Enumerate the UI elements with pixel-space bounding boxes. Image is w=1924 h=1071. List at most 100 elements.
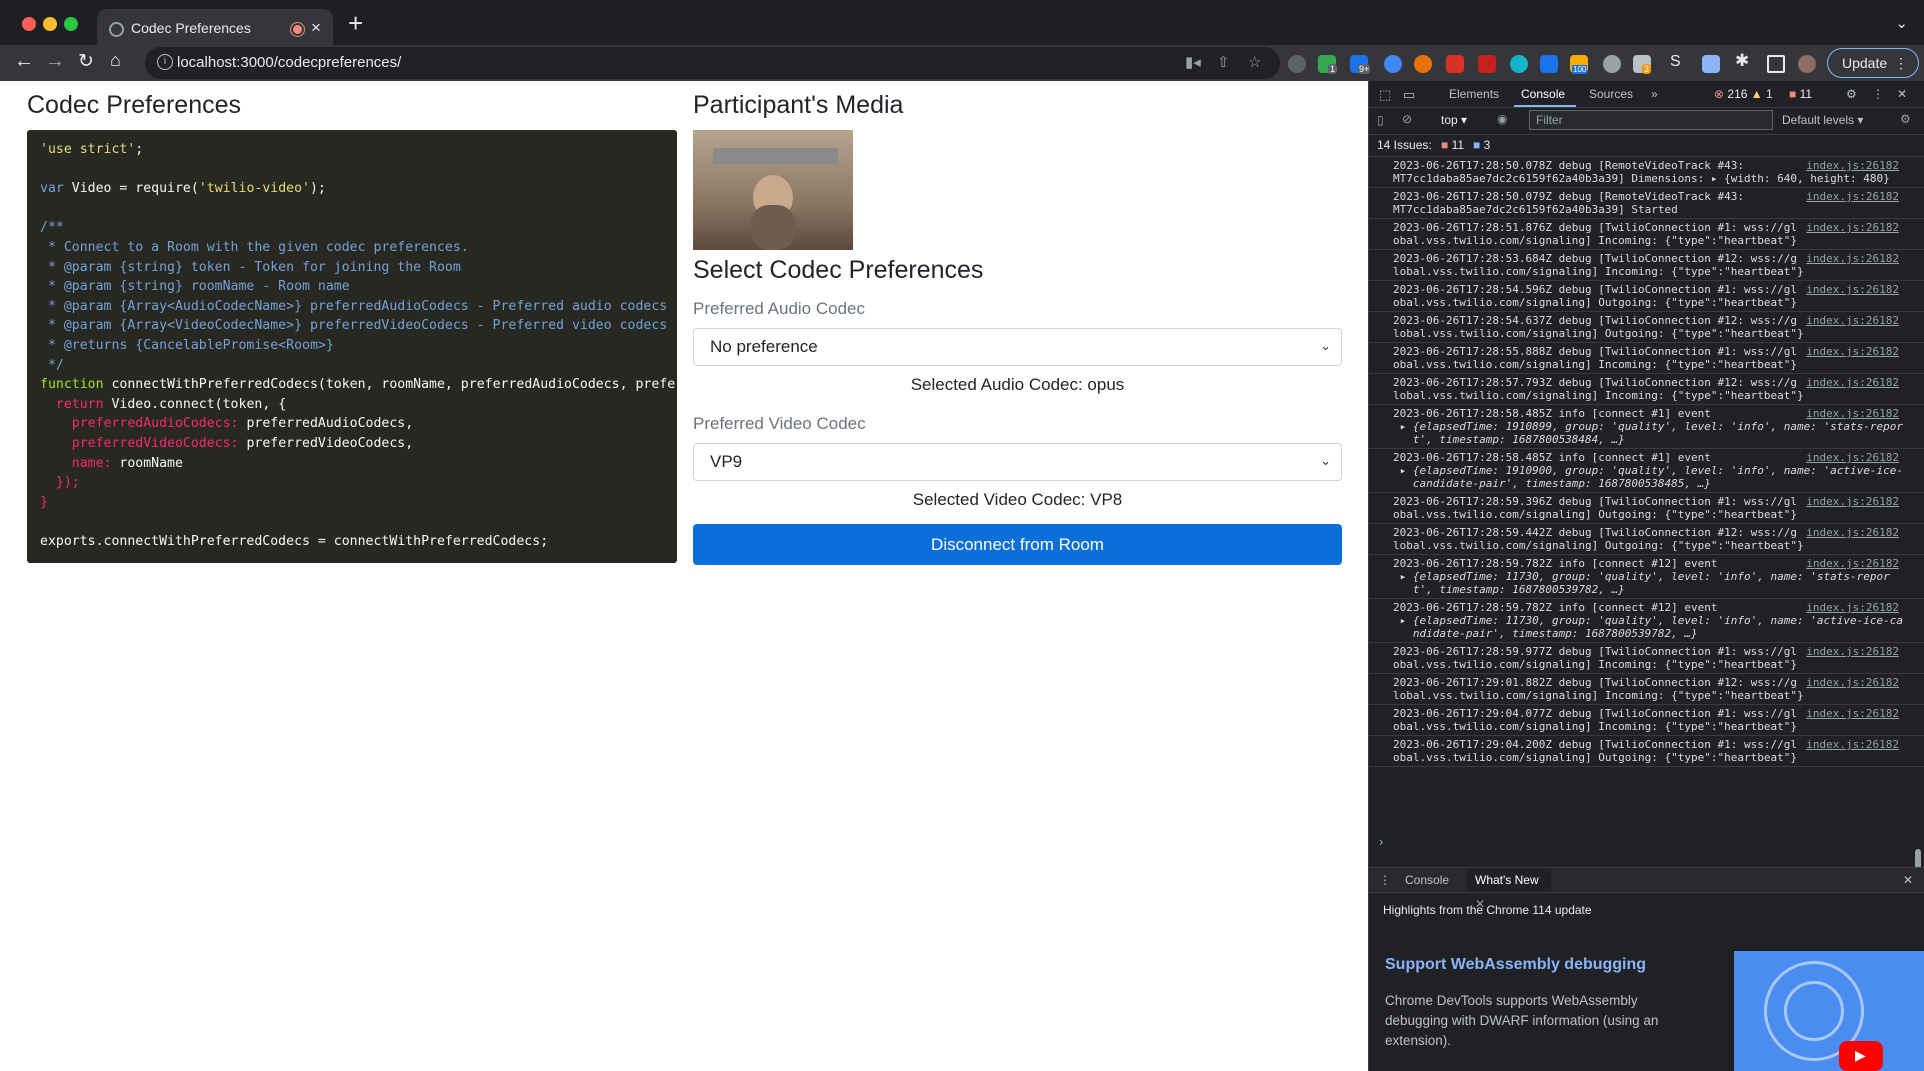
source-link[interactable]: index.js:26182 bbox=[1806, 159, 1899, 172]
console-entry[interactable]: index.js:26182 2023-06-26T17:28:51.876Z d… bbox=[1369, 219, 1924, 250]
drawer-tab-whats-new[interactable]: What's New ✕ bbox=[1467, 868, 1551, 911]
extension-fox-icon[interactable] bbox=[1414, 55, 1432, 73]
close-window-button[interactable] bbox=[22, 17, 36, 31]
minimize-window-button[interactable] bbox=[43, 17, 57, 31]
video-codec-select[interactable]: VP9 ⌄ bbox=[693, 443, 1342, 481]
console-entry[interactable]: index.js:26182 2023-06-26T17:29:04.077Z d… bbox=[1369, 705, 1924, 736]
console-entry[interactable]: index.js:26182 2023-06-26T17:29:04.200Z d… bbox=[1369, 736, 1924, 767]
context-select[interactable]: top ▾ bbox=[1441, 113, 1467, 127]
source-link[interactable]: index.js:26182 bbox=[1806, 314, 1899, 327]
console-entry[interactable]: index.js:26182 2023-06-26T17:28:53.684Z d… bbox=[1369, 250, 1924, 281]
source-link[interactable]: index.js:26182 bbox=[1806, 376, 1899, 389]
address-bar[interactable]: i localhost:3000/codecpreferences/ ▮◂ ⇧ … bbox=[145, 47, 1280, 79]
audio-codec-select[interactable]: No preference ⌄ bbox=[693, 328, 1342, 366]
extension-teal-icon[interactable] bbox=[1510, 55, 1528, 73]
tab-sources[interactable]: Sources bbox=[1589, 87, 1633, 101]
source-link[interactable]: index.js:26182 bbox=[1806, 707, 1899, 720]
gear-icon[interactable]: ⚙ bbox=[1900, 112, 1911, 126]
drawer-tab-console[interactable]: Console bbox=[1405, 873, 1449, 887]
console-entry[interactable]: index.js:26182 2023-06-26T17:28:58.485Z i… bbox=[1369, 449, 1924, 493]
source-link[interactable]: index.js:26182 bbox=[1806, 557, 1899, 570]
close-icon[interactable]: ✕ bbox=[1897, 87, 1907, 101]
console-prompt[interactable]: › bbox=[1379, 834, 1383, 849]
console-entry[interactable]: index.js:26182 2023-06-26T17:28:59.442Z d… bbox=[1369, 524, 1924, 555]
extension-fire-icon[interactable]: 3 bbox=[1633, 55, 1652, 74]
sidebar-icon[interactable]: ▯ bbox=[1377, 113, 1384, 127]
extension-shield-icon[interactable] bbox=[1384, 55, 1402, 73]
update-button[interactable]: Update ⋮ bbox=[1827, 48, 1919, 78]
chevron-down-icon[interactable]: ⌄ bbox=[1895, 14, 1908, 32]
maximize-window-button[interactable] bbox=[64, 17, 78, 31]
source-link[interactable]: index.js:26182 bbox=[1806, 190, 1899, 203]
source-link[interactable]: index.js:26182 bbox=[1806, 676, 1899, 689]
sidebar-toggle-icon[interactable] bbox=[1767, 55, 1785, 73]
kebab-menu-icon[interactable]: ⋮ bbox=[1894, 49, 1908, 77]
source-link[interactable]: index.js:26182 bbox=[1806, 283, 1899, 296]
inspect-icon[interactable]: ⬚ bbox=[1379, 87, 1391, 103]
more-tabs-icon[interactable]: » bbox=[1651, 87, 1658, 101]
source-link[interactable]: index.js:26182 bbox=[1806, 451, 1899, 464]
console-entry[interactable]: index.js:26182 2023-06-26T17:28:59.396Z d… bbox=[1369, 493, 1924, 524]
extension-screen-icon[interactable] bbox=[1540, 55, 1558, 73]
console-entry[interactable]: index.js:26182 2023-06-26T17:28:59.782Z i… bbox=[1369, 599, 1924, 643]
url-text[interactable]: localhost:3000/codecpreferences/ bbox=[177, 54, 401, 71]
extension-green-icon[interactable]: 1 bbox=[1318, 55, 1338, 74]
source-link[interactable]: index.js:26182 bbox=[1806, 645, 1899, 658]
extension-circle-icon[interactable] bbox=[1288, 55, 1306, 73]
kebab-menu-icon[interactable]: ⋮ bbox=[1379, 873, 1391, 887]
device-toolbar-icon[interactable]: ▭ bbox=[1403, 87, 1415, 103]
extension-red-icon[interactable] bbox=[1446, 55, 1464, 73]
source-link[interactable]: index.js:26182 bbox=[1806, 495, 1899, 508]
source-link[interactable]: index.js:26182 bbox=[1806, 221, 1899, 234]
close-drawer-icon[interactable]: ✕ bbox=[1903, 873, 1913, 887]
source-link[interactable]: index.js:26182 bbox=[1806, 526, 1899, 539]
log-levels-select[interactable]: Default levels ▾ bbox=[1782, 113, 1863, 127]
whats-new-title[interactable]: Support WebAssembly debugging bbox=[1385, 956, 1646, 974]
back-arrow-icon[interactable]: ← bbox=[14, 50, 34, 73]
camera-icon[interactable]: ▮◂ bbox=[1185, 53, 1201, 71]
error-count[interactable]: ⊗ 216 ▲ 1 bbox=[1714, 87, 1773, 101]
extension-blue-icon[interactable]: 9+ bbox=[1350, 55, 1371, 74]
puzzle-piece-icon[interactable]: ✱ bbox=[1735, 51, 1749, 71]
youtube-play-icon[interactable]: ▶ bbox=[1839, 1041, 1883, 1071]
info-icon[interactable]: i bbox=[157, 54, 173, 70]
extension-calendar-icon[interactable]: 100 bbox=[1570, 55, 1588, 74]
new-tab-button[interactable]: + bbox=[348, 10, 363, 36]
tab-close-icon[interactable]: × bbox=[311, 18, 321, 38]
forward-arrow-icon[interactable]: → bbox=[45, 50, 65, 73]
issues-bar[interactable]: 14 Issues: ■ 11 ■ 3 bbox=[1369, 134, 1924, 157]
source-link[interactable]: index.js:26182 bbox=[1806, 345, 1899, 358]
source-link[interactable]: index.js:26182 bbox=[1806, 252, 1899, 265]
extension-s-icon[interactable]: S bbox=[1670, 53, 1681, 71]
console-entry[interactable]: index.js:26182 2023-06-26T17:28:50.078Z d… bbox=[1369, 157, 1924, 188]
eye-icon[interactable]: ◉ bbox=[1497, 112, 1507, 126]
source-link[interactable]: index.js:26182 bbox=[1806, 738, 1899, 751]
issues-badge[interactable]: ■ 11 bbox=[1789, 87, 1812, 101]
share-icon[interactable]: ⇧ bbox=[1217, 53, 1230, 71]
console-entry[interactable]: index.js:26182 2023-06-26T17:28:59.977Z d… bbox=[1369, 643, 1924, 674]
console-entry[interactable]: index.js:26182 2023-06-26T17:28:54.596Z d… bbox=[1369, 281, 1924, 312]
reload-icon[interactable]: ↻ bbox=[78, 50, 94, 73]
console-entry[interactable]: index.js:26182 2023-06-26T17:28:58.485Z i… bbox=[1369, 405, 1924, 449]
bookmark-star-icon[interactable]: ☆ bbox=[1248, 53, 1261, 71]
clear-console-icon[interactable]: ⊘ bbox=[1402, 112, 1412, 126]
kebab-menu-icon[interactable]: ⋮ bbox=[1872, 87, 1884, 101]
filter-input[interactable]: Filter bbox=[1529, 110, 1773, 130]
console-entry[interactable]: index.js:26182 2023-06-26T17:28:59.782Z i… bbox=[1369, 555, 1924, 599]
tab-console[interactable]: Console bbox=[1521, 87, 1566, 101]
home-icon[interactable]: ⌂ bbox=[110, 50, 121, 71]
avatar[interactable] bbox=[1798, 55, 1816, 73]
whats-new-thumbnail[interactable]: ▶ bbox=[1734, 951, 1924, 1071]
gear-icon[interactable]: ⚙ bbox=[1846, 87, 1857, 101]
extension-media-icon[interactable] bbox=[1478, 55, 1496, 73]
tab-elements[interactable]: Elements bbox=[1449, 87, 1499, 101]
disconnect-button[interactable]: Disconnect from Room bbox=[693, 524, 1342, 565]
source-link[interactable]: index.js:26182 bbox=[1806, 601, 1899, 614]
console-entry[interactable]: index.js:26182 2023-06-26T17:29:01.882Z d… bbox=[1369, 674, 1924, 705]
extension-box-icon[interactable] bbox=[1702, 55, 1720, 73]
console-entry[interactable]: index.js:26182 2023-06-26T17:28:57.793Z d… bbox=[1369, 374, 1924, 405]
extension-gray-icon[interactable] bbox=[1603, 55, 1621, 73]
console-entry[interactable]: index.js:26182 2023-06-26T17:28:50.079Z d… bbox=[1369, 188, 1924, 219]
source-link[interactable]: index.js:26182 bbox=[1806, 407, 1899, 420]
scrollbar[interactable] bbox=[1915, 849, 1921, 869]
